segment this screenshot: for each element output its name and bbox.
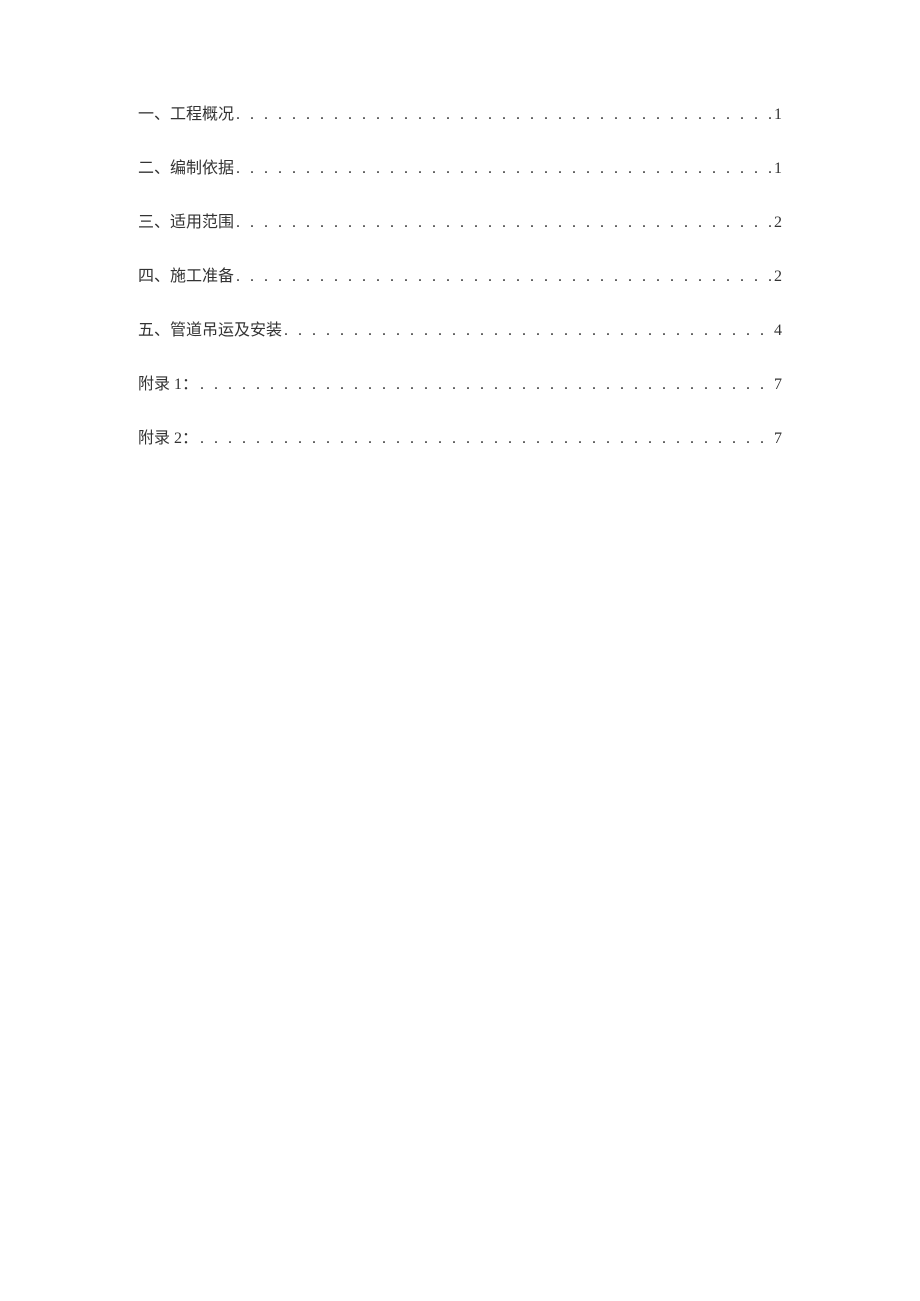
toc-page-number: 1 [774,160,782,178]
toc-title: 五、管道吊运及安装 [138,316,282,340]
toc-entry: 二、编制依据 1 [138,154,782,178]
toc-leader-dots [200,430,772,448]
toc-entry: 四、施工准备 2 [138,262,782,286]
toc-leader-dots [236,160,772,178]
table-of-contents: 一、工程概况 1 二、编制依据 1 三、适用范围 2 四、施工准备 2 五、管道… [138,100,782,448]
toc-page-number: 7 [774,430,782,448]
toc-leader-dots [200,376,772,394]
toc-title: 四、施工准备 [138,262,234,286]
toc-page-number: 7 [774,376,782,394]
toc-title: 三、适用范围 [138,208,234,232]
toc-page-number: 1 [774,106,782,124]
toc-page-number: 2 [774,268,782,286]
toc-title: 一、工程概况 [138,100,234,124]
toc-entry: 一、工程概况 1 [138,100,782,124]
toc-entry: 附录 2： 7 [138,424,782,448]
toc-entry: 五、管道吊运及安装 4 [138,316,782,340]
toc-leader-dots [236,106,772,124]
toc-page-number: 2 [774,214,782,232]
toc-page-number: 4 [774,322,782,340]
toc-entry: 附录 1： 7 [138,370,782,394]
toc-leader-dots [236,268,772,286]
toc-title: 附录 2： [138,424,198,448]
toc-entry: 三、适用范围 2 [138,208,782,232]
toc-title: 二、编制依据 [138,154,234,178]
toc-title: 附录 1： [138,370,198,394]
toc-leader-dots [236,214,772,232]
toc-leader-dots [284,322,772,340]
